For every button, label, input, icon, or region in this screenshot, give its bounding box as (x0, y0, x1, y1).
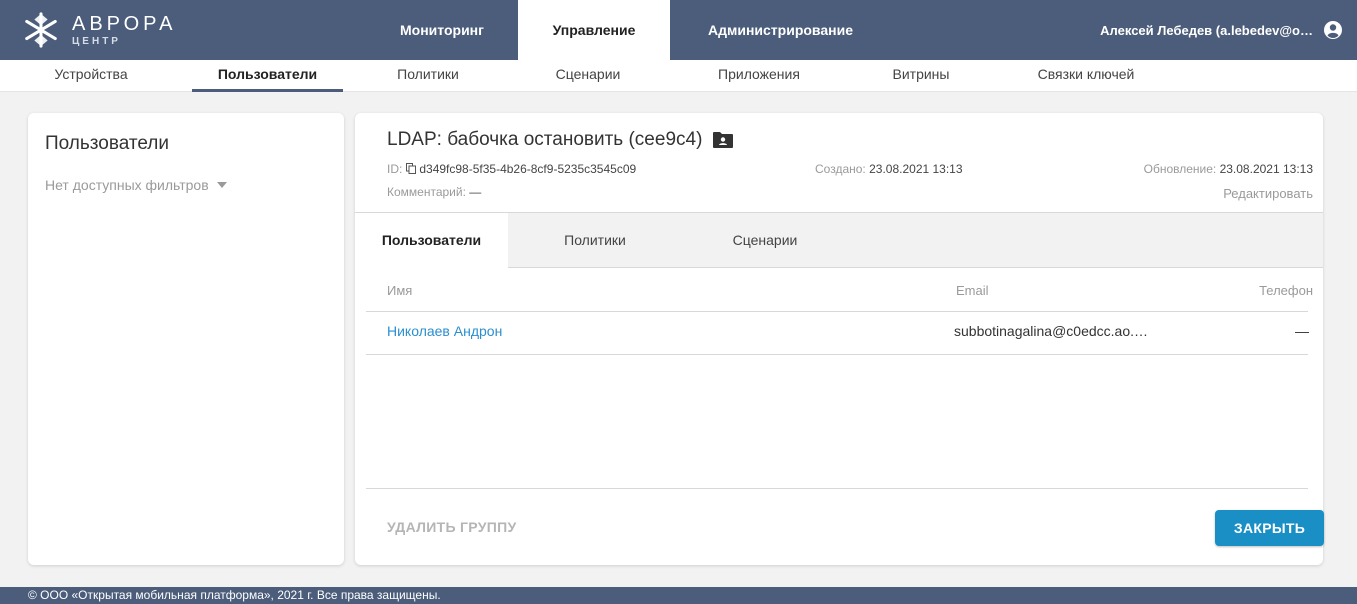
subnav-applications[interactable]: Приложения (694, 60, 824, 92)
aurora-logo-icon (25, 12, 57, 48)
subnav-showcases[interactable]: Витрины (872, 60, 970, 92)
edit-link[interactable]: Редактировать (1223, 186, 1313, 201)
created-value: 23.08.2021 13:13 (869, 162, 963, 176)
top-bar: АВРОРА ЦЕНТР Мониторинг Управление Админ… (0, 0, 1357, 60)
user-name-link[interactable]: Николаев Андрон (387, 323, 502, 339)
subnav-users[interactable]: Пользователи (192, 60, 343, 92)
brand-subtitle: ЦЕНТР (72, 35, 121, 47)
group-detail-panel: LDAP: бабочка остановить (cee9c4) ID: d34… (355, 113, 1324, 565)
table-row-divider (366, 354, 1308, 355)
left-panel-title: Пользователи (45, 133, 170, 154)
user-email: subbotinagalina@c0edcc.ao.… (954, 323, 1149, 339)
sub-navigation: Устройства Пользователи Политики Сценари… (0, 60, 1357, 92)
brand-title: АВРОРА (72, 12, 177, 35)
updated-label: Обновление: (1143, 162, 1217, 176)
group-title: LDAP: бабочка остановить (cee9c4) (387, 129, 734, 151)
group-id-value: d349fc98-5f35-4b26-8cf9-5235c3545c09 (419, 162, 637, 176)
column-header-email[interactable]: Email (956, 283, 989, 298)
group-comment: Комментарий: — (387, 185, 481, 199)
group-created: Создано: 23.08.2021 13:13 (815, 162, 963, 176)
filter-dropdown[interactable]: Нет доступных фильтров (45, 177, 227, 193)
main-tab-administration[interactable]: Администрирование (670, 0, 902, 60)
tab-users[interactable]: Пользователи (355, 213, 508, 269)
folder-shared-icon (713, 132, 734, 148)
delete-group-button[interactable]: УДАЛИТЬ ГРУППУ (387, 519, 516, 535)
copy-icon[interactable] (406, 163, 417, 174)
actions-divider (366, 488, 1308, 489)
subnav-scenarios[interactable]: Сценарии (528, 60, 648, 92)
user-menu[interactable]: Алексей Лебедев (a.lebedev@o… (1100, 0, 1343, 60)
detail-tabs: Пользователи Политики Сценарии (355, 212, 1323, 269)
caret-down-icon (216, 182, 227, 188)
footer: © ООО «Открытая мобильная платформа», 20… (0, 587, 1357, 604)
account-circle-icon (1324, 21, 1342, 39)
tab-scenarios[interactable]: Сценарии (705, 213, 825, 268)
subnav-keychains[interactable]: Связки ключей (1016, 60, 1156, 92)
column-header-name[interactable]: Имя (387, 283, 412, 298)
group-id: ID: d349fc98-5f35-4b26-8cf9-5235c3545c09 (387, 162, 636, 176)
main-tab-management[interactable]: Управление (518, 0, 670, 60)
main-tab-monitoring[interactable]: Мониторинг (366, 0, 518, 60)
updated-value: 23.08.2021 13:13 (1219, 162, 1313, 176)
logo[interactable]: АВРОРА ЦЕНТР (22, 10, 222, 50)
group-title-text: LDAP: бабочка остановить (cee9c4) (387, 129, 703, 150)
subnav-policies[interactable]: Политики (370, 60, 486, 92)
comment-value: — (469, 185, 482, 199)
subnav-devices[interactable]: Устройства (30, 60, 152, 92)
comment-label: Комментарий: (387, 185, 466, 199)
copyright-text: © ООО «Открытая мобильная платформа», 20… (28, 588, 441, 602)
group-updated: Обновление: 23.08.2021 13:13 (1144, 162, 1313, 176)
close-button[interactable]: ЗАКРЫТЬ (1215, 510, 1324, 546)
tab-policies[interactable]: Политики (535, 213, 655, 268)
filter-label: Нет доступных фильтров (45, 177, 209, 193)
left-panel: Пользователи Нет доступных фильтров (28, 113, 344, 565)
group-id-label: ID: (387, 162, 403, 176)
created-label: Создано: (815, 162, 866, 176)
column-header-phone[interactable]: Телефон (1259, 283, 1313, 298)
user-name: Алексей Лебедев (a.lebedev@o… (1100, 22, 1313, 38)
table-header-divider (366, 311, 1308, 312)
user-phone: — (1295, 323, 1309, 339)
